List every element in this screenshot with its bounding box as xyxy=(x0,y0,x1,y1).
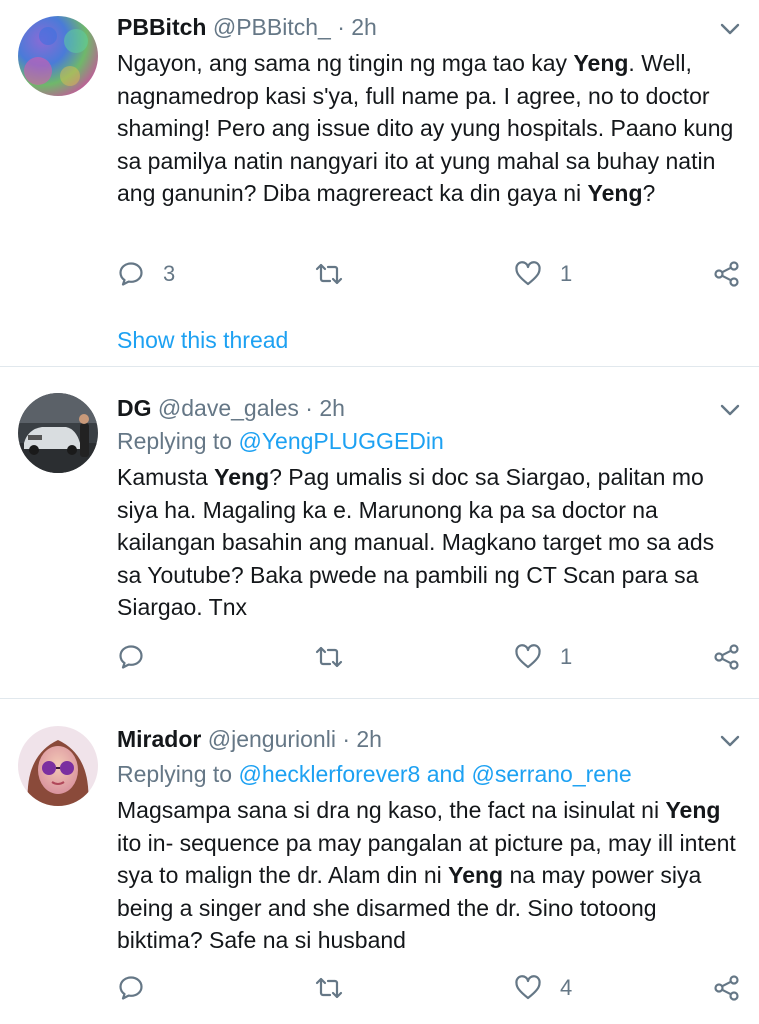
share-button[interactable] xyxy=(713,257,741,291)
show-thread-link[interactable]: Show this thread xyxy=(117,323,288,357)
username[interactable]: @dave_gales xyxy=(158,395,299,421)
heart-icon xyxy=(515,261,541,286)
display-name[interactable]: Mirador xyxy=(117,726,201,752)
like-button[interactable]: 1 xyxy=(514,640,572,674)
chevron-down-icon[interactable] xyxy=(717,728,743,754)
avatar[interactable] xyxy=(18,393,98,473)
mention-highlight: Yeng xyxy=(448,862,504,888)
tweet-text: Ngayon, ang sama ng tingin ng mga tao ka… xyxy=(117,47,742,210)
replying-to-link[interactable]: @hecklerforever8 and @serrano_rene xyxy=(238,761,631,787)
timestamp[interactable]: 2h xyxy=(319,395,345,421)
replying-to-link[interactable]: @YengPLUGGEDin xyxy=(238,428,443,454)
separator-dot: · xyxy=(337,14,345,40)
share-button[interactable] xyxy=(713,640,741,674)
retweet-button[interactable] xyxy=(315,640,361,674)
timestamp[interactable]: 2h xyxy=(356,726,382,752)
retweet-icon xyxy=(315,263,343,285)
separator-dot: · xyxy=(305,395,313,421)
replying-to: Replying to @hecklerforever8 and @serran… xyxy=(117,758,632,790)
chevron-down-icon[interactable] xyxy=(717,16,743,42)
retweet-button[interactable] xyxy=(315,257,361,291)
tweet-pbbitch[interactable]: PBBitch @PBBitch_ · 2h Ngayon, ang sama … xyxy=(0,0,759,365)
avatar[interactable] xyxy=(18,16,98,96)
reply-button[interactable] xyxy=(117,971,163,1005)
like-button[interactable]: 1 xyxy=(514,257,572,291)
tweet-text-segment: Ngayon, ang sama ng tingin ng mga tao ka… xyxy=(117,50,574,76)
share-icon xyxy=(714,644,739,670)
reply-button[interactable] xyxy=(117,640,163,674)
username[interactable]: @PBBitch_ xyxy=(213,14,331,40)
replying-to-label: Replying to xyxy=(117,428,233,454)
reply-count: 3 xyxy=(163,261,176,286)
display-name[interactable]: PBBitch xyxy=(117,14,206,40)
like-button[interactable]: 4 xyxy=(514,971,572,1005)
replying-to-label: Replying to xyxy=(117,761,233,787)
heart-icon xyxy=(515,975,541,1000)
separator-dot: · xyxy=(342,726,350,752)
tweet-header: PBBitch @PBBitch_ · 2h xyxy=(117,10,699,44)
display-name[interactable]: DG xyxy=(117,395,152,421)
share-icon xyxy=(714,261,739,287)
tweet-text: Kamusta Yeng? Pag umalis si doc sa Siarg… xyxy=(117,461,742,624)
tweet-dg[interactable]: DG @dave_gales · 2h Replying to @YengPLU… xyxy=(0,367,759,697)
tweet-header: DG @dave_gales · 2h xyxy=(117,391,699,425)
mention-highlight: Yeng xyxy=(587,180,643,206)
like-count: 1 xyxy=(560,644,573,669)
mention-highlight: Yeng xyxy=(573,50,629,76)
tweet-text-segment: Kamusta xyxy=(117,464,215,490)
like-count: 4 xyxy=(560,975,573,1000)
replying-to: Replying to @YengPLUGGEDin xyxy=(117,425,444,457)
username[interactable]: @jengurionli xyxy=(208,726,336,752)
tweet-mirador[interactable]: Mirador @jengurionli · 2h Replying to @h… xyxy=(0,699,759,1024)
avatar[interactable] xyxy=(18,726,98,806)
retweet-icon xyxy=(315,646,343,668)
tweet-actions: 4 xyxy=(117,971,747,1005)
tweet-actions: 3 1 xyxy=(117,257,747,291)
tweet-text-segment: Magsampa sana si dra ng kaso, the fact n… xyxy=(117,797,666,823)
tweet-header: Mirador @jengurionli · 2h xyxy=(117,722,699,756)
chevron-down-icon[interactable] xyxy=(717,397,743,423)
share-icon xyxy=(714,975,739,1001)
mention-highlight: Yeng xyxy=(665,797,721,823)
retweet-icon xyxy=(315,977,343,999)
mention-highlight: Yeng xyxy=(214,464,270,490)
reply-icon xyxy=(119,645,143,669)
timestamp[interactable]: 2h xyxy=(351,14,377,40)
reply-button[interactable]: 3 xyxy=(117,257,175,291)
reply-icon xyxy=(119,976,143,1000)
like-count: 1 xyxy=(560,261,573,286)
share-button[interactable] xyxy=(713,971,741,1005)
tweet-text-segment: ? xyxy=(642,180,656,206)
reply-icon xyxy=(119,262,143,286)
heart-icon xyxy=(515,644,541,669)
tweet-text: Magsampa sana si dra ng kaso, the fact n… xyxy=(117,794,742,957)
retweet-button[interactable] xyxy=(315,971,361,1005)
tweet-actions: 1 xyxy=(117,640,747,674)
